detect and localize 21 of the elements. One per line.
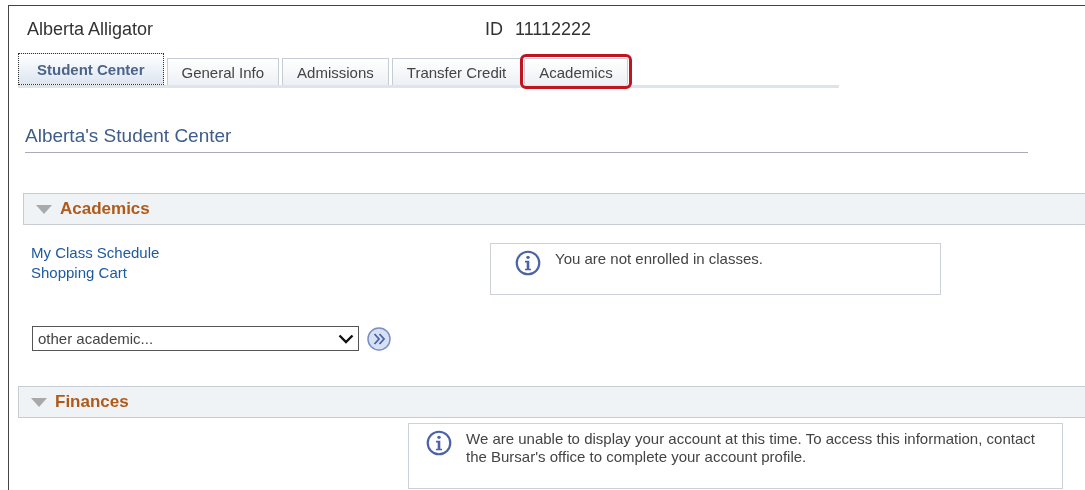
dropdown-field[interactable]: other academic...: [32, 326, 359, 351]
section-title: Academics: [60, 199, 150, 219]
info-message: You are not enrolled in classes.: [555, 250, 763, 269]
tab[interactable]: Student Center: [18, 53, 164, 85]
info-message: We are unable to display your account at this time. To access this information, contact the Bursar's office to complete your account profile.: [466, 430, 1036, 467]
go-button[interactable]: [367, 326, 391, 351]
link[interactable]: My Class Schedule: [31, 243, 490, 263]
tab[interactable]: General Info: [166, 58, 280, 85]
page-title: Alberta's Student Center: [25, 125, 233, 147]
section-header[interactable]: Academics: [23, 193, 1085, 225]
tab[interactable]: Admissions: [282, 58, 389, 85]
chevron-down-icon: [338, 333, 354, 344]
section-title: Finances: [55, 392, 129, 412]
id-label: ID: [485, 19, 503, 41]
student-name: Alberta Alligator: [27, 19, 155, 41]
info-icon: [515, 250, 541, 276]
link[interactable]: Shopping Cart: [31, 263, 490, 283]
student-id: 11112222: [515, 19, 592, 41]
tab[interactable]: Transfer Credit: [391, 58, 522, 85]
info-icon: [426, 430, 452, 456]
section-header[interactable]: Finances: [18, 386, 1085, 418]
